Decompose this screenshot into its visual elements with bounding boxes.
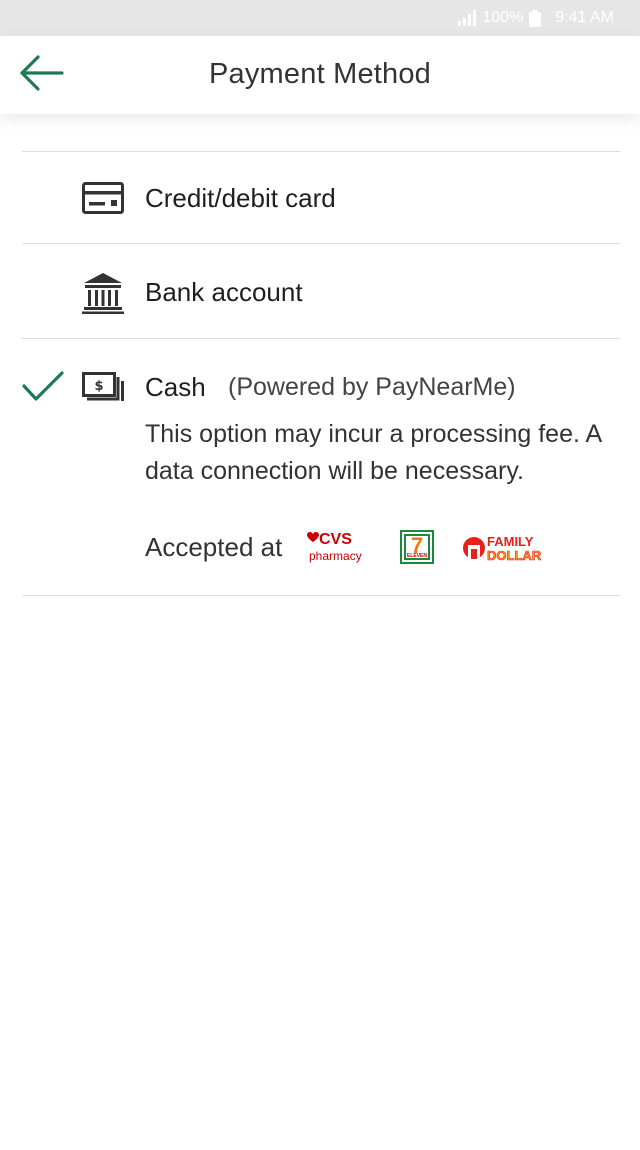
family-dollar-logo: FAMILY DOLLAR xyxy=(461,531,545,563)
option-label: Cash xyxy=(145,372,206,402)
battery-icon xyxy=(529,9,542,27)
cash-description: This option may incur a processing fee. … xyxy=(145,420,601,485)
cash-icon: $ xyxy=(82,372,124,402)
cvs-logo-subtext: pharmacy xyxy=(309,549,362,563)
option-credit-card[interactable]: Credit/debit card xyxy=(0,152,640,243)
credit-card-icon xyxy=(82,182,124,214)
status-bar: 100% 9:41 AM xyxy=(0,0,640,36)
option-bank-account[interactable]: Bank account xyxy=(0,244,640,338)
seven-eleven-logo: 7 ELEVEN xyxy=(400,530,434,564)
family-dollar-bottom-text: DOLLAR xyxy=(487,548,542,563)
cvs-logo-text: CVS xyxy=(319,531,352,548)
option-label: Bank account xyxy=(145,277,303,307)
powered-by-text: (Powered by PayNearMe) xyxy=(228,373,516,401)
page-title: Payment Method xyxy=(208,58,432,90)
cvs-pharmacy-logo: CVS pharmacy xyxy=(304,530,370,566)
status-time: 9:41 AM xyxy=(555,9,614,26)
checkmark-icon xyxy=(22,371,64,403)
option-cash[interactable]: $ Cash (Powered by PayNearMe) This optio… xyxy=(0,339,640,595)
status-right: 100% 9:41 AM xyxy=(458,8,614,28)
seven-logo-text: ELEVEN xyxy=(407,553,427,559)
signal-icon xyxy=(458,10,477,26)
bank-icon xyxy=(82,272,124,314)
battery-percent: 100% xyxy=(482,9,524,26)
accepted-at-label: Accepted at xyxy=(145,532,283,562)
divider xyxy=(22,595,620,596)
svg-text:$: $ xyxy=(94,379,103,394)
option-label: Credit/debit card xyxy=(145,183,336,213)
family-dollar-top-text: FAMILY xyxy=(487,534,534,549)
app-bar: Payment Method xyxy=(0,36,640,114)
